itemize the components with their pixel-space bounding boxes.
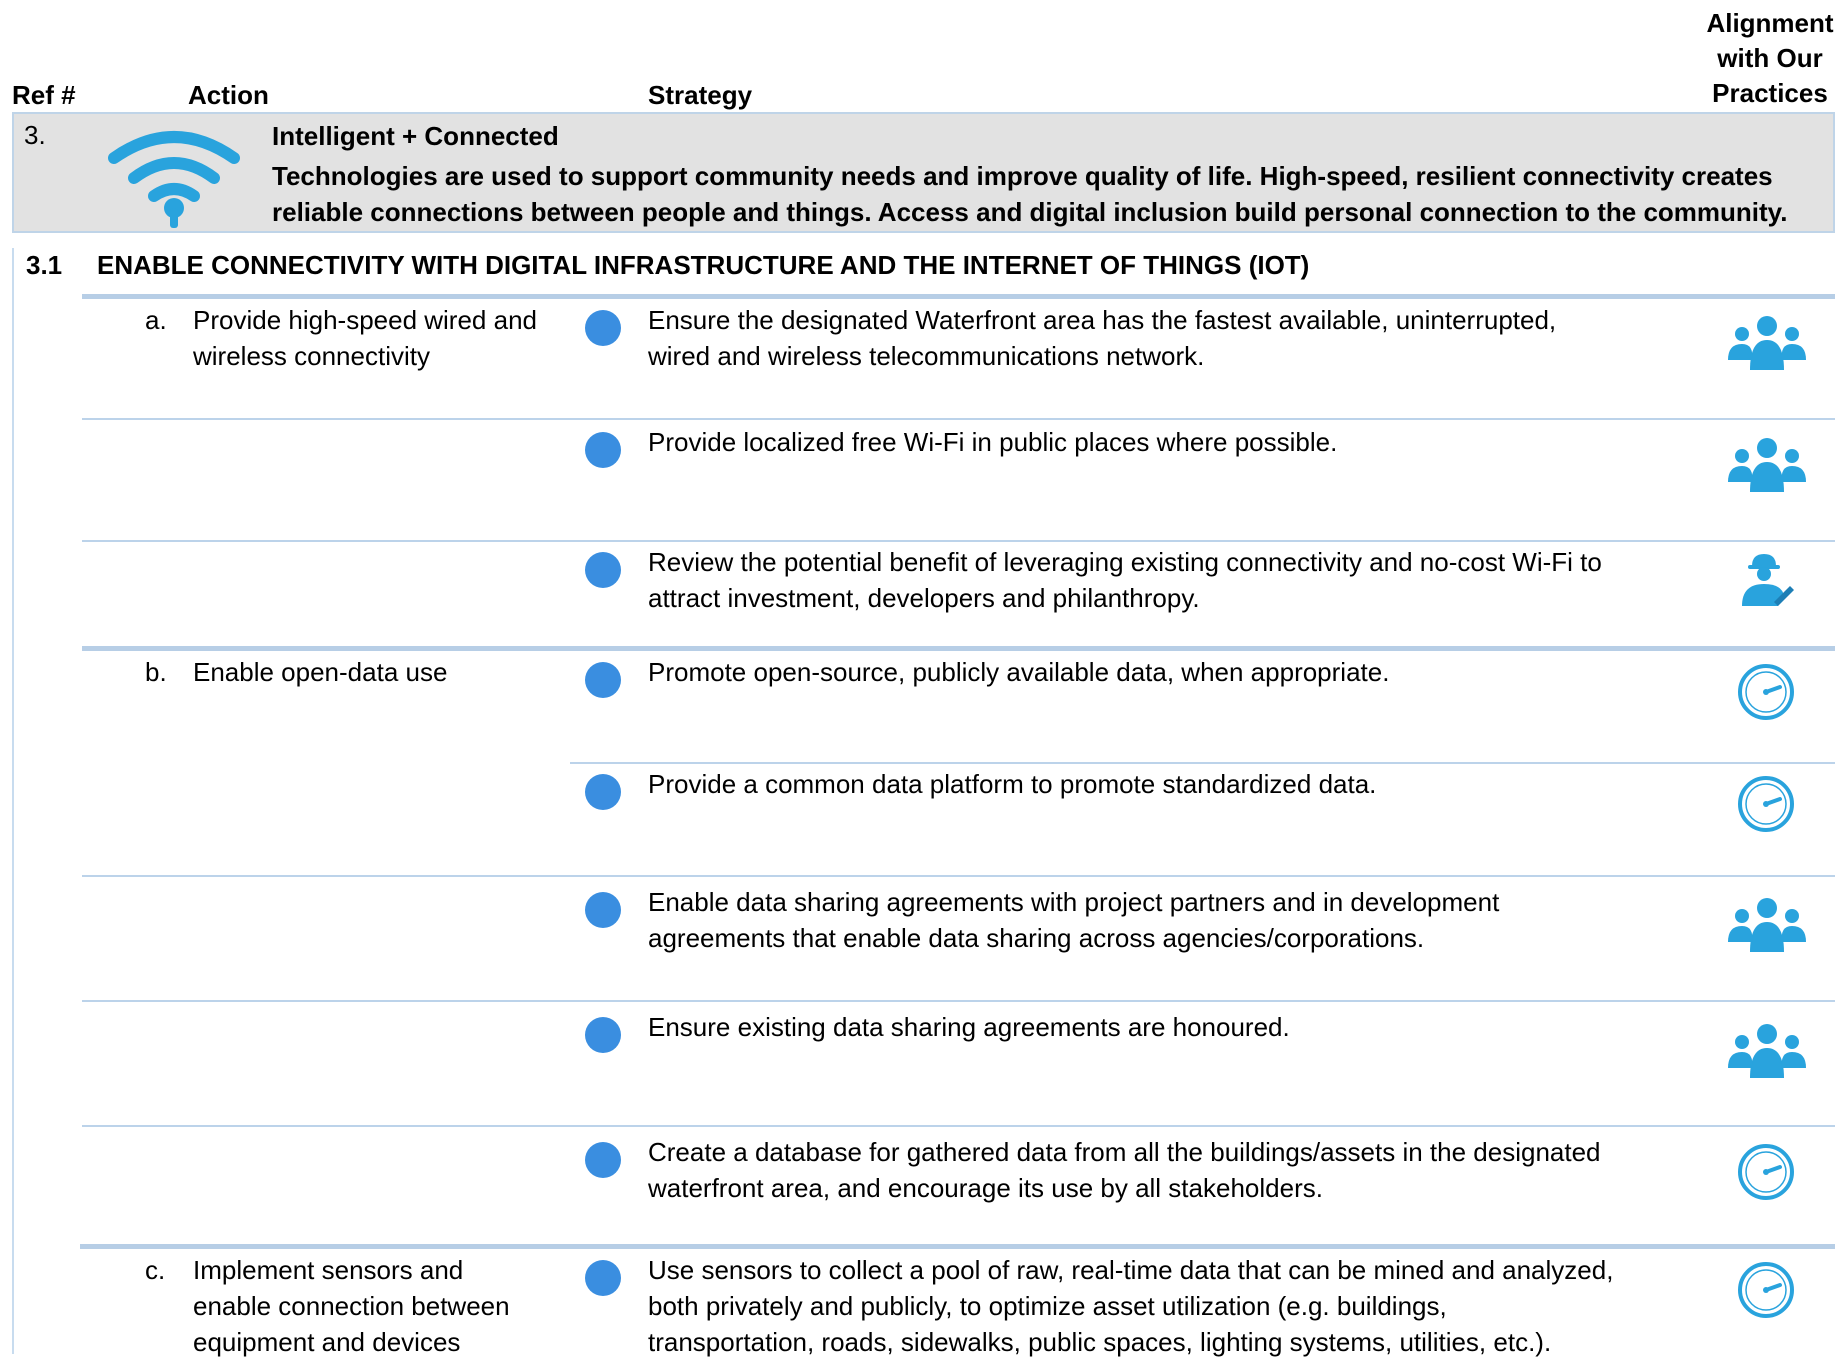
people-group-icon — [1728, 316, 1806, 370]
strategy-text: Create a database for gathered data from… — [648, 1137, 1601, 1203]
banner-desc-line1: Technologies are used to support communi… — [272, 161, 1773, 191]
wifi-icon — [108, 131, 240, 228]
section-title: ENABLE CONNECTIVITY WITH DIGITAL INFRAST… — [97, 250, 1310, 280]
action-a: Provide high-speed wired and wireless co… — [193, 305, 537, 371]
header-ref: Ref # — [12, 80, 76, 110]
header-alignment: Alignment with Our Practices — [1706, 8, 1834, 108]
row-divider — [570, 762, 1835, 764]
row-divider — [82, 875, 1835, 877]
bullet-icon — [585, 310, 621, 346]
action-b: Enable open-data use — [193, 657, 448, 687]
gauge-icon — [1738, 1144, 1794, 1200]
row-divider — [82, 418, 1835, 420]
people-group-icon — [1728, 438, 1806, 492]
worker-icon — [1742, 554, 1794, 606]
row-divider — [82, 1125, 1835, 1127]
banner-desc-line2: reliable connections between people and … — [272, 197, 1788, 227]
bullet-icon — [585, 892, 621, 928]
action-letter-c: c. — [145, 1255, 166, 1285]
strategy-text: Provide a common data platform to promot… — [648, 769, 1377, 799]
header-strategy: Strategy — [648, 80, 753, 110]
people-group-icon — [1728, 898, 1806, 952]
bullet-icon — [585, 432, 621, 468]
banner-title: Intelligent + Connected — [272, 121, 559, 151]
row-divider — [82, 540, 1835, 542]
section-rule — [82, 294, 1835, 299]
strategy-text: Review the potential benefit of leveragi… — [648, 547, 1602, 613]
people-group-icon — [1728, 1024, 1806, 1078]
strategy-text: Promote open-source, publicly available … — [648, 657, 1390, 687]
action-divider — [80, 1244, 1835, 1249]
action-divider — [82, 646, 1835, 651]
strategy-text: Ensure existing data sharing agreements … — [648, 1012, 1290, 1042]
row-divider — [82, 1000, 1835, 1002]
strategy-text: Enable data sharing agreements with proj… — [648, 887, 1500, 953]
bullet-icon — [585, 552, 621, 588]
theme-banner: 3. Intelligent + Connected Technologies … — [12, 112, 1835, 233]
bullet-icon — [585, 1142, 621, 1178]
section-heading: 3.1 ENABLE CONNECTIVITY WITH DIGITAL INF… — [12, 244, 1835, 294]
bullet-icon — [585, 1017, 621, 1053]
gauge-icon — [1738, 1262, 1794, 1318]
strategy-text: Use sensors to collect a pool of raw, re… — [648, 1255, 1614, 1357]
bullet-icon — [585, 1260, 621, 1296]
bullet-icon — [585, 662, 621, 698]
banner-ref: 3. — [24, 120, 46, 150]
strategy-text: Provide localized free Wi-Fi in public p… — [648, 427, 1338, 457]
header-action: Action — [188, 80, 269, 110]
strategy-text: Ensure the designated Waterfront area ha… — [648, 305, 1557, 371]
action-letter-a: a. — [145, 305, 167, 335]
gauge-icon — [1738, 664, 1794, 720]
gauge-icon — [1738, 776, 1794, 832]
action-c: Implement sensors and enable connection … — [193, 1255, 510, 1357]
bullet-icon — [585, 774, 621, 810]
left-rule — [12, 248, 14, 1354]
action-letter-b: b. — [145, 657, 167, 687]
section-number: 3.1 — [26, 250, 63, 280]
